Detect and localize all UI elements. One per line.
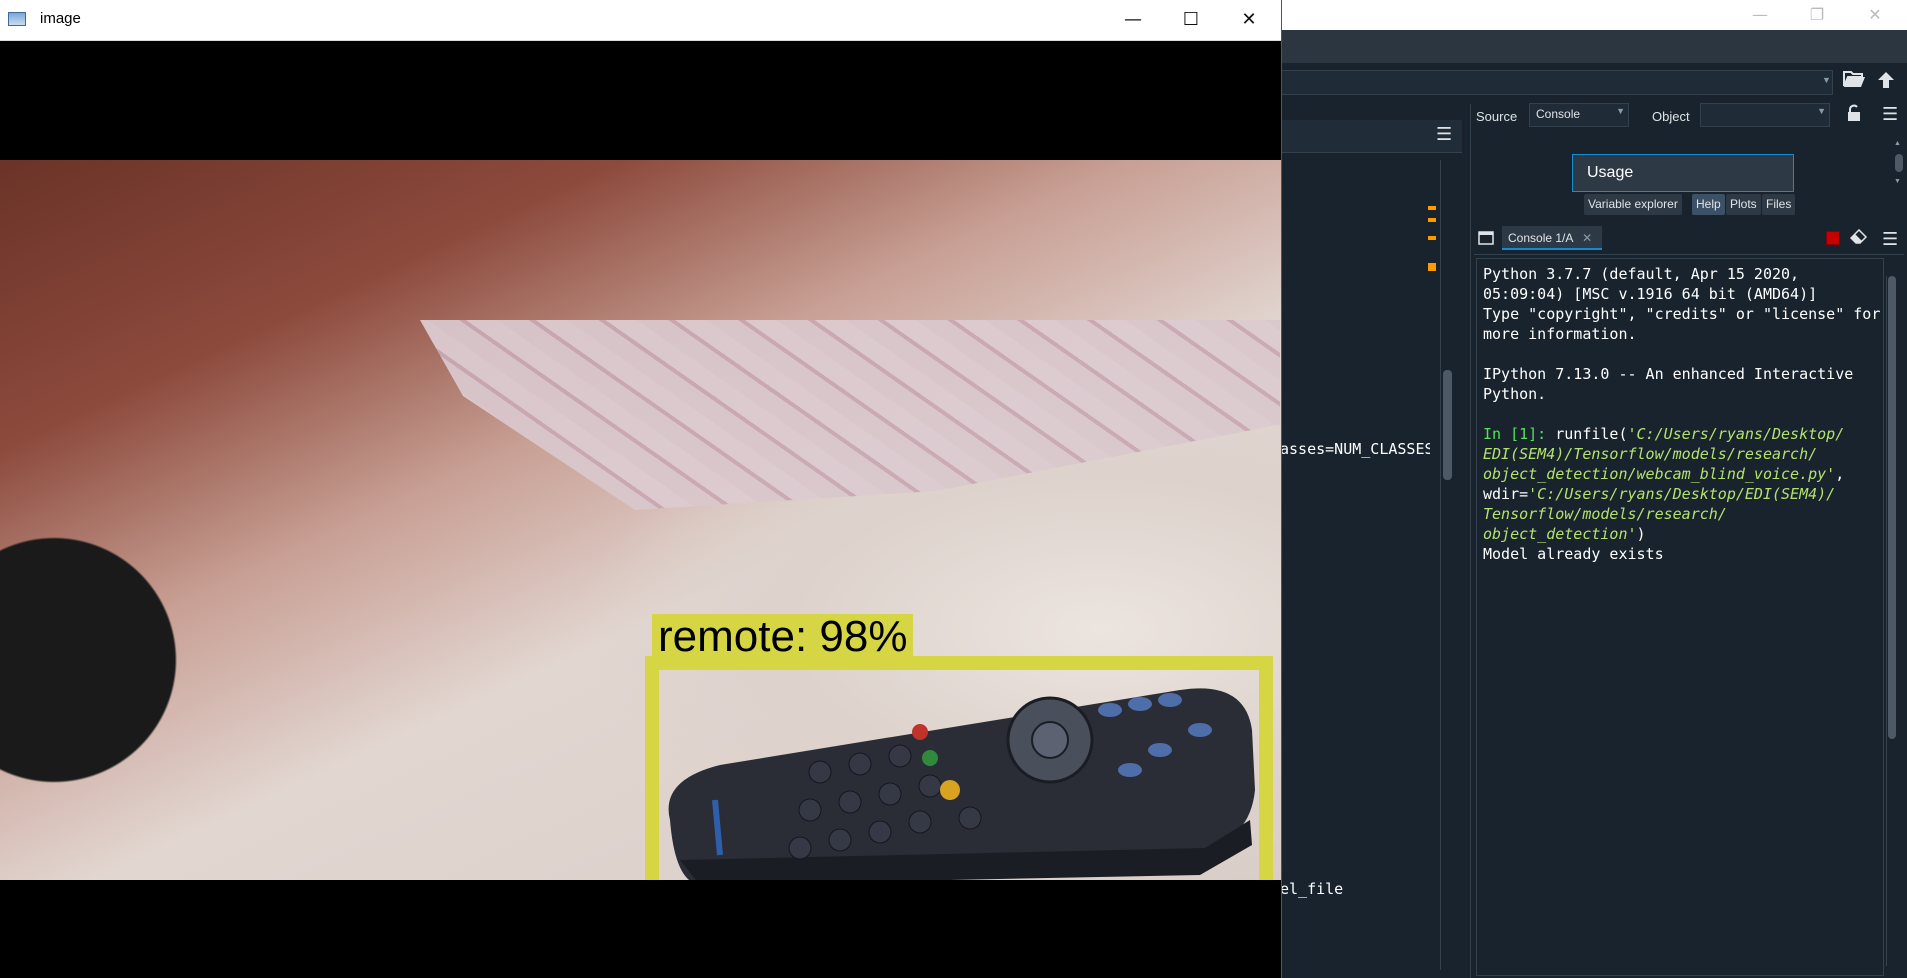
console-string: 'C:/Users/ryans/Desktop/EDI(SEM4)/: [1528, 485, 1836, 503]
detection-label: remote: 98%: [652, 614, 914, 660]
console-banner-line: Python.: [1483, 385, 1547, 403]
close-button[interactable]: ✕: [1226, 6, 1272, 34]
source-label: Source: [1476, 109, 1518, 124]
chevron-down-icon: ▼: [1616, 106, 1625, 116]
minimize-button[interactable]: —: [1110, 6, 1156, 34]
console-string: Tensorflow/models/research/: [1483, 505, 1727, 523]
console-wdir-key: wdir=: [1483, 485, 1529, 503]
editor-scrollbar[interactable]: [1440, 160, 1455, 970]
console-command-fn: runfile(: [1546, 425, 1628, 443]
object-label: Object: [1652, 109, 1690, 124]
arrow-up-icon[interactable]: [1876, 70, 1896, 96]
spyder-close-button[interactable]: ✕: [1860, 4, 1890, 26]
source-combo[interactable]: Console ▼: [1529, 103, 1629, 127]
help-scrollbar[interactable]: ▲ ▼: [1894, 140, 1904, 190]
object-combo[interactable]: ▼: [1700, 103, 1830, 127]
folder-open-icon[interactable]: [1842, 68, 1866, 96]
code-line[interactable]: el_file: [1280, 880, 1343, 898]
console-string: object_detection': [1483, 525, 1637, 543]
chevron-down-icon[interactable]: ▼: [1822, 75, 1831, 85]
hamburger-menu-icon[interactable]: ☰: [1436, 124, 1452, 145]
image-window-titlebar[interactable]: image — ☐ ✕: [0, 0, 1281, 41]
spyder-menubar: [1280, 30, 1907, 63]
stop-icon[interactable]: [1826, 231, 1840, 245]
code-line[interactable]: asses=NUM_CLASSES: [1280, 440, 1430, 458]
hamburger-menu-icon[interactable]: ☰: [1882, 104, 1898, 125]
console-banner-line: [1483, 344, 1880, 364]
maximize-button[interactable]: ☐: [1168, 6, 1214, 34]
spyder-minimize-button[interactable]: —: [1745, 4, 1775, 26]
window-app-icon: [8, 12, 26, 26]
hamburger-menu-icon[interactable]: ☰: [1882, 229, 1898, 250]
close-icon[interactable]: ✕: [1582, 231, 1592, 245]
tab-files[interactable]: Files: [1762, 194, 1796, 215]
warning-marker: [1428, 218, 1436, 222]
console-banner-line: 05:09:04) [MSC v.1916 64 bit (AMD64)]: [1483, 285, 1818, 303]
image-window-title: image: [40, 10, 81, 27]
usage-panel: Usage: [1572, 154, 1794, 192]
warning-marker: [1428, 236, 1436, 240]
warning-marker: [1428, 263, 1436, 271]
working-directory-combo[interactable]: [1280, 70, 1833, 95]
console-scrollbar-handle[interactable]: [1888, 276, 1896, 739]
spyder-restore-button[interactable]: ❐: [1802, 4, 1832, 26]
dark-object: [0, 480, 180, 840]
console-string: EDI(SEM4)/Tensorflow/models/research/: [1483, 445, 1818, 463]
console-banner-line: IPython 7.13.0 -- An enhanced Interactiv…: [1483, 365, 1854, 383]
editor-pane: [1280, 104, 1465, 978]
unlock-icon[interactable]: [1847, 104, 1861, 127]
console-banner-line: Python 3.7.7 (default, Apr 15 2020,: [1483, 265, 1800, 283]
console-string: object_detection/webcam_blind_voice.py': [1483, 465, 1836, 483]
tab-help[interactable]: Help: [1692, 194, 1725, 215]
editor-scrollbar-handle[interactable]: [1443, 370, 1452, 480]
source-combo-value: Console: [1536, 107, 1581, 121]
chevron-down-icon: ▼: [1817, 106, 1826, 116]
tab-plots[interactable]: Plots: [1726, 194, 1761, 215]
floral-cloth: [420, 320, 1280, 510]
console-string: 'C:/Users/ryans/Desktop/: [1627, 425, 1845, 443]
editor-tabbar: [1280, 120, 1462, 153]
detection-bounding-box: [645, 656, 1273, 880]
console-banner-line: more information.: [1483, 325, 1637, 343]
tab-console-1a[interactable]: Console 1/A ✕: [1502, 226, 1602, 250]
eraser-icon[interactable]: [1849, 228, 1868, 250]
warning-marker: [1428, 206, 1436, 210]
console-input-line: In [1]: runfile('C:/Users/ryans/Desktop/: [1483, 424, 1880, 444]
browse-tabs-icon[interactable]: [1478, 231, 1494, 250]
ipython-console[interactable]: Python 3.7.7 (default, Apr 15 2020, 05:0…: [1476, 258, 1884, 976]
console-banner-line: Type "copyright", "credits" or "license"…: [1483, 305, 1881, 323]
spyder-titlebar: — ❐ ✕: [1280, 0, 1907, 30]
tab-variable-explorer[interactable]: Variable explorer: [1584, 194, 1682, 215]
console-tab-label: Console 1/A: [1508, 231, 1573, 245]
console-sep: ,: [1835, 465, 1845, 483]
image-window: image — ☐ ✕ remote: 98%: [0, 0, 1282, 978]
console-close-paren: ): [1636, 525, 1646, 543]
console-output: Model already exists: [1483, 545, 1664, 563]
console-prompt: In [1]:: [1483, 425, 1547, 443]
webcam-frame: remote: 98%: [0, 160, 1281, 880]
